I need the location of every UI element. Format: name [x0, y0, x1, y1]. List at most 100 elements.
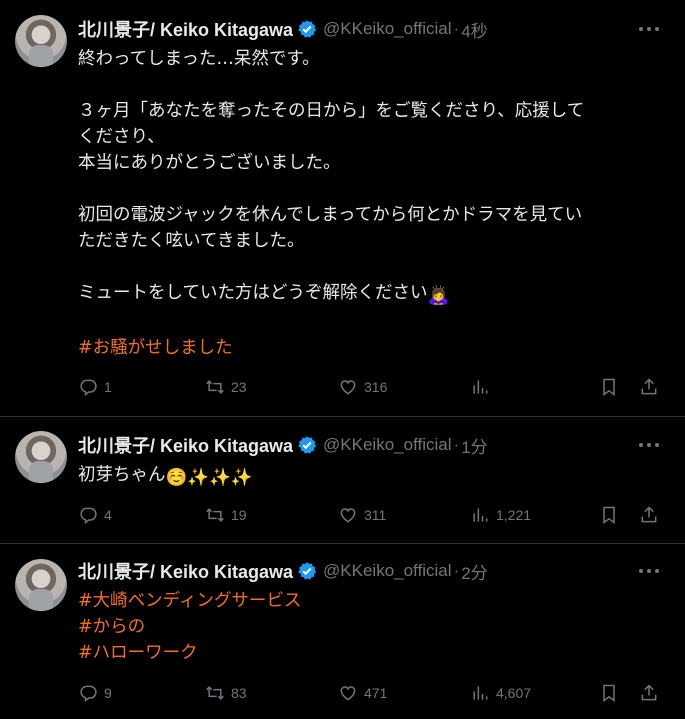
like-button[interactable]: 316 — [338, 377, 387, 397]
more-dots-icon[interactable] — [639, 435, 659, 455]
reply-count: 4 — [104, 507, 112, 523]
hashtag-link[interactable]: #大崎ベンディングサービス — [78, 588, 668, 614]
heart-icon — [340, 508, 356, 523]
bookmark-icon — [603, 506, 615, 524]
reply-button[interactable]: 1 — [78, 377, 112, 397]
tweet-line: ３ヶ月「あなたを奪ったその日から」をご覧くださり、応援して — [78, 101, 585, 121]
tweet-line — [78, 72, 668, 98]
display-name[interactable]: 北川景子/ Keiko Kitagawa — [78, 558, 293, 584]
views-count: 1,221 — [496, 507, 532, 523]
bookmark-icon — [603, 378, 615, 396]
retweet-button[interactable]: 23 — [205, 377, 247, 397]
reply-count: 9 — [104, 685, 112, 701]
tweet-line: くださり、 — [78, 127, 165, 147]
share-button[interactable] — [639, 683, 659, 703]
bookmark-button[interactable] — [599, 683, 619, 703]
smile-sparkles-emoji: ☺️✨✨✨ — [165, 468, 253, 488]
tweet-line — [78, 309, 668, 335]
like-button[interactable]: 471 — [338, 683, 387, 703]
timestamp[interactable]: 4秒 — [461, 17, 487, 42]
bookmark-icon — [603, 684, 615, 702]
tweet-line: 本当にありがとうございました。 — [78, 153, 341, 173]
tweet-actions: 1 23 316 — [78, 377, 668, 399]
reply-button[interactable]: 9 — [78, 683, 112, 703]
retweet-button[interactable]: 83 — [205, 683, 247, 703]
like-button[interactable]: 311 — [338, 505, 386, 525]
separator-dot: · — [453, 561, 460, 580]
tweet-header: 北川景子/ Keiko Kitagawa @KKeiko_official · … — [78, 559, 488, 583]
reply-button[interactable]: 4 — [78, 505, 112, 525]
tweet-1[interactable]: 北川景子/ Keiko Kitagawa @KKeiko_official · … — [0, 0, 685, 417]
tweet-text: 終わってしまった…呆然です。 ３ヶ月「あなたを奪ったその日から」をご覧くださり、… — [78, 46, 668, 361]
retweet-icon — [206, 380, 224, 394]
verified-badge-icon — [298, 436, 317, 454]
display-name[interactable]: 北川景子/ Keiko Kitagawa — [78, 432, 293, 458]
more-dots-icon[interactable] — [639, 561, 659, 581]
tweet-3[interactable]: 北川景子/ Keiko Kitagawa @KKeiko_official · … — [0, 544, 685, 719]
more-dots-icon[interactable] — [639, 19, 659, 39]
reply-count: 1 — [104, 379, 112, 395]
timestamp[interactable]: 1分 — [461, 433, 487, 458]
share-button[interactable] — [639, 505, 659, 525]
verified-badge-icon — [298, 20, 317, 38]
share-icon — [641, 378, 657, 395]
bookmark-button[interactable] — [599, 377, 619, 397]
reply-icon — [80, 685, 97, 702]
tweet-line: 初芽ちゃん — [78, 465, 166, 485]
tweet-line: ミュートをしていた方はどうぞ解除ください — [78, 283, 428, 303]
views-button[interactable] — [470, 377, 490, 397]
bookmark-button[interactable] — [599, 505, 619, 525]
analytics-icon — [473, 508, 488, 522]
tweet-actions: 9 83 471 4,607 — [78, 683, 668, 705]
avatar[interactable] — [15, 559, 67, 611]
share-button[interactable] — [639, 377, 659, 397]
like-count: 311 — [364, 507, 387, 523]
retweet-count: 23 — [231, 379, 247, 395]
like-count: 316 — [364, 379, 388, 395]
analytics-icon — [473, 380, 488, 394]
reply-icon — [80, 507, 97, 524]
timestamp[interactable]: 2分 — [461, 559, 487, 584]
tweet-line: ただきたく呟いてきました。 — [78, 231, 305, 251]
views-button[interactable]: 1,221 — [470, 505, 531, 525]
bowing-emoji: 🙇‍♀️ — [427, 286, 450, 306]
tweet-2[interactable]: 北川景子/ Keiko Kitagawa @KKeiko_official · … — [0, 417, 685, 544]
heart-icon — [340, 686, 356, 701]
tweet-header: 北川景子/ Keiko Kitagawa @KKeiko_official · … — [78, 17, 488, 41]
tweet-line-with-emoji: 初芽ちゃん☺️✨✨✨ — [78, 462, 668, 491]
retweet-count: 19 — [231, 507, 247, 523]
like-count: 471 — [364, 685, 388, 701]
views-button[interactable]: 4,607 — [470, 683, 531, 703]
retweet-button[interactable]: 19 — [205, 505, 247, 525]
hashtag-link[interactable]: #お騒がせしました — [78, 335, 668, 361]
tweet-line-with-emoji: ミュートをしていた方はどうぞ解除ください🙇‍♀️ — [78, 280, 668, 309]
share-icon — [641, 684, 657, 701]
reply-icon — [80, 379, 97, 396]
heart-icon — [340, 380, 356, 395]
avatar[interactable] — [15, 431, 67, 483]
display-name[interactable]: 北川景子/ Keiko Kitagawa — [78, 16, 293, 42]
handle[interactable]: @KKeiko_official — [323, 19, 451, 39]
separator-dot: · — [453, 435, 460, 454]
hashtag-link[interactable]: #ハローワーク — [78, 640, 668, 666]
retweet-count: 83 — [231, 685, 247, 701]
tweet-line — [78, 176, 668, 202]
tweet-line: 初回の電波ジャックを休んでしまってから何とかドラマを見てい — [78, 205, 583, 225]
share-icon — [641, 506, 657, 523]
avatar[interactable] — [15, 15, 67, 67]
analytics-icon — [473, 686, 488, 700]
tweet-line: 終わってしまった…呆然です。 — [78, 49, 320, 69]
handle[interactable]: @KKeiko_official — [323, 435, 451, 455]
retweet-icon — [206, 686, 224, 700]
handle[interactable]: @KKeiko_official — [323, 561, 451, 581]
retweet-icon — [206, 508, 224, 522]
tweet-line — [78, 254, 668, 280]
tweet-actions: 4 19 311 1,221 — [78, 505, 668, 527]
tweet-header: 北川景子/ Keiko Kitagawa @KKeiko_official · … — [78, 433, 488, 457]
views-count: 4,607 — [496, 685, 532, 701]
tweet-text: #大崎ベンディングサービス #からの #ハローワーク — [78, 588, 668, 666]
tweet-text: 初芽ちゃん☺️✨✨✨ — [78, 462, 668, 491]
separator-dot: · — [453, 19, 460, 38]
verified-badge-icon — [298, 562, 317, 580]
hashtag-link[interactable]: #からの — [78, 614, 668, 640]
